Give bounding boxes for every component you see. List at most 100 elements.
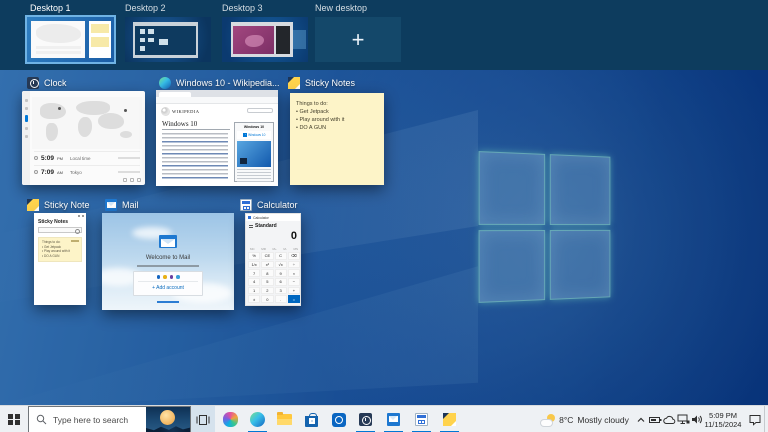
add-account-card: + Add account [133, 271, 203, 296]
mail-welcome-text: Welcome to Mail [102, 255, 234, 261]
calculator-key: − [288, 278, 300, 286]
search-input[interactable]: Type here to search [28, 406, 191, 432]
network-tray-button[interactable] [676, 406, 690, 432]
desktop-1-label: Desktop 1 [30, 3, 71, 13]
copilot-icon [223, 412, 238, 427]
sticky-note-list-window-title: Sticky Note [44, 200, 90, 210]
nav-dot-active [25, 115, 28, 122]
calculator-display: 0 [291, 230, 297, 242]
desktop-3-label: Desktop 3 [222, 3, 263, 13]
calculator-titlebar-text: Calculator [253, 216, 269, 220]
memory-key: M- [283, 247, 287, 251]
nav-dot [25, 107, 28, 110]
sticky-notes-icon [443, 413, 456, 426]
alarms-clock-button[interactable] [352, 406, 379, 432]
show-desktop-button[interactable] [764, 406, 768, 432]
clock-window-thumbnail[interactable]: 5:09 PM Local time 7:09 AM Tokyo [22, 91, 145, 185]
edge-window-header[interactable]: Windows 10 - Wikipedia... [159, 76, 280, 89]
desktop-1-notes-panel [89, 21, 112, 59]
cloud-icon [541, 420, 552, 426]
task-view-screen: Desktop 1 Desktop 2 Desktop 3 New deskto… [0, 0, 768, 432]
sticky-notes-window-title: Sticky Notes [305, 78, 355, 88]
calculator-memory-row: MCMRM+M-MS [248, 247, 300, 251]
sticky-notes-button[interactable] [436, 406, 463, 432]
onedrive-tray-button[interactable] [662, 406, 676, 432]
desktop-3-thumbnail[interactable] [222, 17, 308, 62]
calculator-button[interactable] [408, 406, 435, 432]
desktop-3-side-panel [276, 26, 290, 53]
mail-window-thumbnail[interactable]: Welcome to Mail + Add account [102, 213, 234, 310]
clock-time: 7:09 [41, 169, 54, 176]
windows-flag-icon [243, 133, 247, 137]
desktop-2-thumbnail[interactable] [125, 17, 211, 62]
calculator-key: 2 [261, 287, 273, 295]
partly-cloudy-icon [541, 414, 555, 426]
clock-date-placeholder [118, 171, 140, 173]
task-view-icon [196, 414, 210, 426]
edge-button[interactable] [244, 406, 271, 432]
calculator-mode-label: Standard [255, 223, 277, 229]
memory-key: MR [261, 247, 266, 251]
decorative-note [91, 37, 109, 47]
map-continent [46, 123, 58, 141]
decorative-note [91, 24, 109, 34]
sticky-note-list-thumbnail[interactable]: Sticky Notes Things to do:• Get Jetpack•… [34, 213, 86, 305]
outlook-button[interactable] [325, 406, 352, 432]
calculator-key: CE [261, 252, 273, 260]
calculator-key: ÷ [288, 261, 300, 269]
sticky-note-thumbnail[interactable]: Things to do:• Get Jetpack• Play around … [290, 93, 384, 185]
taskbar-clock[interactable]: 5:09 PM 11/15/2024 [700, 406, 746, 432]
mail-button[interactable] [380, 406, 407, 432]
map-continent [78, 117, 92, 137]
nav-dot [25, 135, 28, 138]
calculator-key: ⌫ [288, 252, 300, 260]
microsoft-store-button[interactable] [298, 406, 325, 432]
hamburger-icon [249, 225, 253, 228]
calculator-window-title: Calculator [257, 200, 298, 210]
action-center-button[interactable] [746, 406, 764, 432]
memory-key: MS [293, 247, 298, 251]
desktop-3-canvas [233, 26, 274, 53]
heading-rule [162, 129, 230, 130]
notification-bubble-icon [748, 414, 762, 426]
weather-widget[interactable]: 8°C Mostly cloudy [536, 406, 634, 432]
sticky-note-list-window-header[interactable]: Sticky Note [27, 198, 90, 211]
mail-window-header[interactable]: Mail [105, 198, 139, 211]
copilot-button[interactable] [217, 406, 244, 432]
mail-window-title: Mail [122, 200, 139, 210]
infobox-heading: Windows 10 [235, 125, 273, 129]
clock-window-header[interactable]: Clock [27, 76, 67, 89]
battery-tray-button[interactable] [648, 406, 662, 432]
clock-city-label: Tokyo [70, 170, 82, 175]
windows10-logo-row: Windows 10 [237, 131, 271, 139]
task-view-button[interactable] [191, 406, 215, 432]
window-titlebar: Calculator [246, 214, 300, 221]
desktop-1-thumbnail[interactable] [25, 15, 116, 64]
clock-app-icon [27, 77, 39, 89]
notes-search-box [38, 227, 82, 233]
clock-time: 5:09 [41, 155, 54, 162]
calculator-window-header[interactable]: Calculator [240, 198, 298, 211]
edit-icon [130, 178, 134, 182]
map-continent [40, 103, 66, 119]
browser-tab-strip [156, 90, 278, 97]
mail-subtext-placeholder [137, 265, 199, 267]
time-text: 5:09 PM [700, 411, 746, 420]
desktop-3-window [231, 22, 293, 56]
desktop-2-wallpaper [125, 17, 211, 62]
sticky-notes-window-header[interactable]: Sticky Notes [288, 76, 355, 89]
start-button[interactable] [0, 406, 28, 432]
show-hidden-icons-button[interactable] [634, 406, 647, 432]
compare-icon [123, 178, 127, 182]
note-preview-lines: Things to do:• Get Jetpack• Play around … [42, 240, 79, 258]
new-desktop-button[interactable]: + [315, 17, 401, 62]
outlook-icon [332, 413, 346, 427]
plus-icon: + [352, 29, 365, 51]
file-explorer-button[interactable] [271, 406, 298, 432]
calculator-window-thumbnail[interactable]: Calculator Standard 0 MCMRM+M-MS %CEC⌫1/… [245, 213, 301, 306]
edge-window-thumbnail[interactable]: WIKIPEDIA Windows 10 Windows 10 Windows … [156, 90, 278, 186]
mountains-art [146, 424, 190, 432]
desktop-2-window-body [135, 26, 196, 56]
microsoft-store-icon [305, 416, 318, 427]
sticky-notes-icon [27, 199, 39, 211]
